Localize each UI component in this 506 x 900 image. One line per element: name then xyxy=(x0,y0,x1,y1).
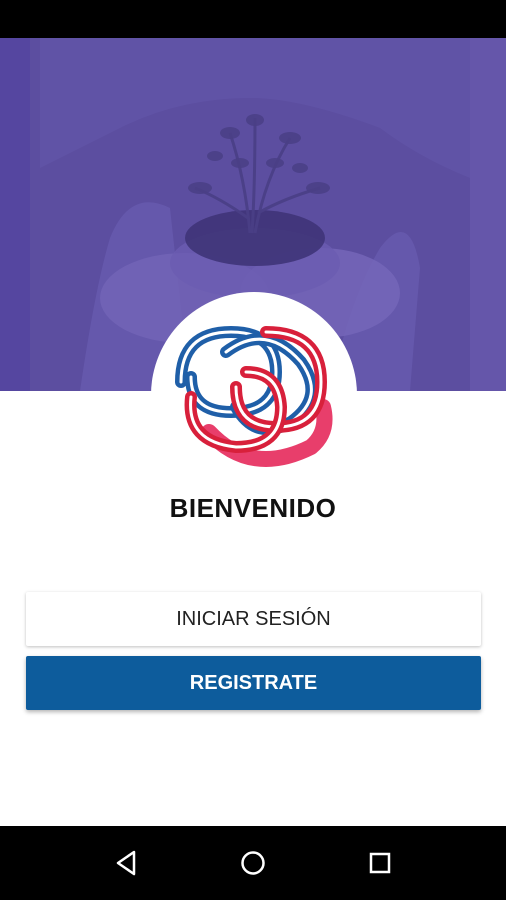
recents-square-icon[interactable] xyxy=(365,848,395,878)
welcome-screen: BIENVENIDO INICIAR SESIÓN REGISTRATE xyxy=(0,38,506,826)
logo xyxy=(151,292,357,498)
status-bar xyxy=(0,0,506,38)
login-button[interactable]: INICIAR SESIÓN xyxy=(26,592,481,646)
register-button[interactable]: REGISTRATE xyxy=(26,656,481,710)
welcome-title: BIENVENIDO xyxy=(169,493,337,523)
back-triangle-icon[interactable] xyxy=(112,848,142,878)
home-circle-icon[interactable] xyxy=(238,848,268,878)
navigation-bar xyxy=(0,826,506,900)
